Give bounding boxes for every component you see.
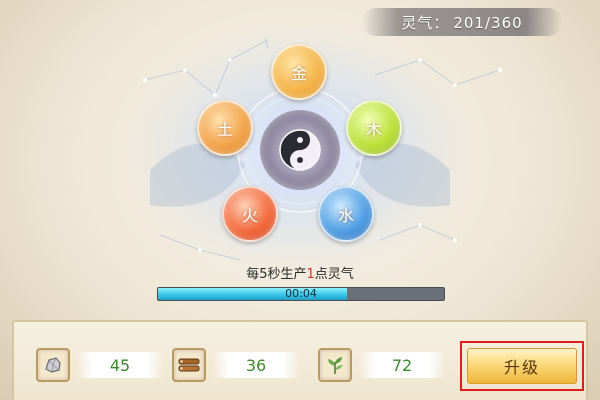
yin-yang-icon [279, 129, 321, 171]
upgrade-button-highlight: 升级 [460, 341, 584, 391]
herb-count: 72 [358, 352, 446, 378]
element-water-orb[interactable]: 水 [318, 186, 374, 242]
element-wood-glyph: 木 [365, 120, 382, 139]
yin-yang-orb[interactable] [260, 110, 340, 190]
production-rate-text: 每5秒生产1点灵气 [0, 263, 600, 282]
element-metal-glyph: 金 [290, 64, 307, 83]
stone-count: 45 [76, 352, 164, 378]
element-metal-orb[interactable]: 金 [271, 44, 327, 100]
resource-item-herb: 72 [318, 344, 446, 386]
resource-item-stone: 45 [36, 344, 164, 386]
wood-count: 36 [212, 352, 300, 378]
upgrade-button[interactable]: 升级 [467, 348, 577, 384]
production-prefix: 每5秒生产 [246, 267, 307, 282]
wood-log-icon[interactable] [172, 348, 206, 382]
spirit-energy-display: 灵气： 201/360 [362, 8, 562, 36]
element-water-glyph: 水 [337, 206, 354, 225]
herb-icon[interactable] [318, 348, 352, 382]
production-timer-bar: 00:04 [157, 287, 445, 301]
spirit-energy-value: 201/360 [453, 13, 523, 32]
element-fire-glyph: 火 [241, 206, 258, 225]
production-suffix: 点灵气 [314, 267, 354, 282]
stone-icon[interactable] [36, 348, 70, 382]
element-wood-orb[interactable]: 木 [346, 100, 402, 156]
production-amount: 1 [306, 267, 315, 282]
timer-countdown: 00:04 [285, 287, 317, 300]
element-earth-orb[interactable]: 土 [197, 100, 253, 156]
element-fire-orb[interactable]: 火 [222, 186, 278, 242]
element-earth-glyph: 土 [216, 120, 233, 139]
spirit-energy-label: 灵气： [401, 13, 450, 32]
resource-item-wood: 36 [172, 344, 300, 386]
